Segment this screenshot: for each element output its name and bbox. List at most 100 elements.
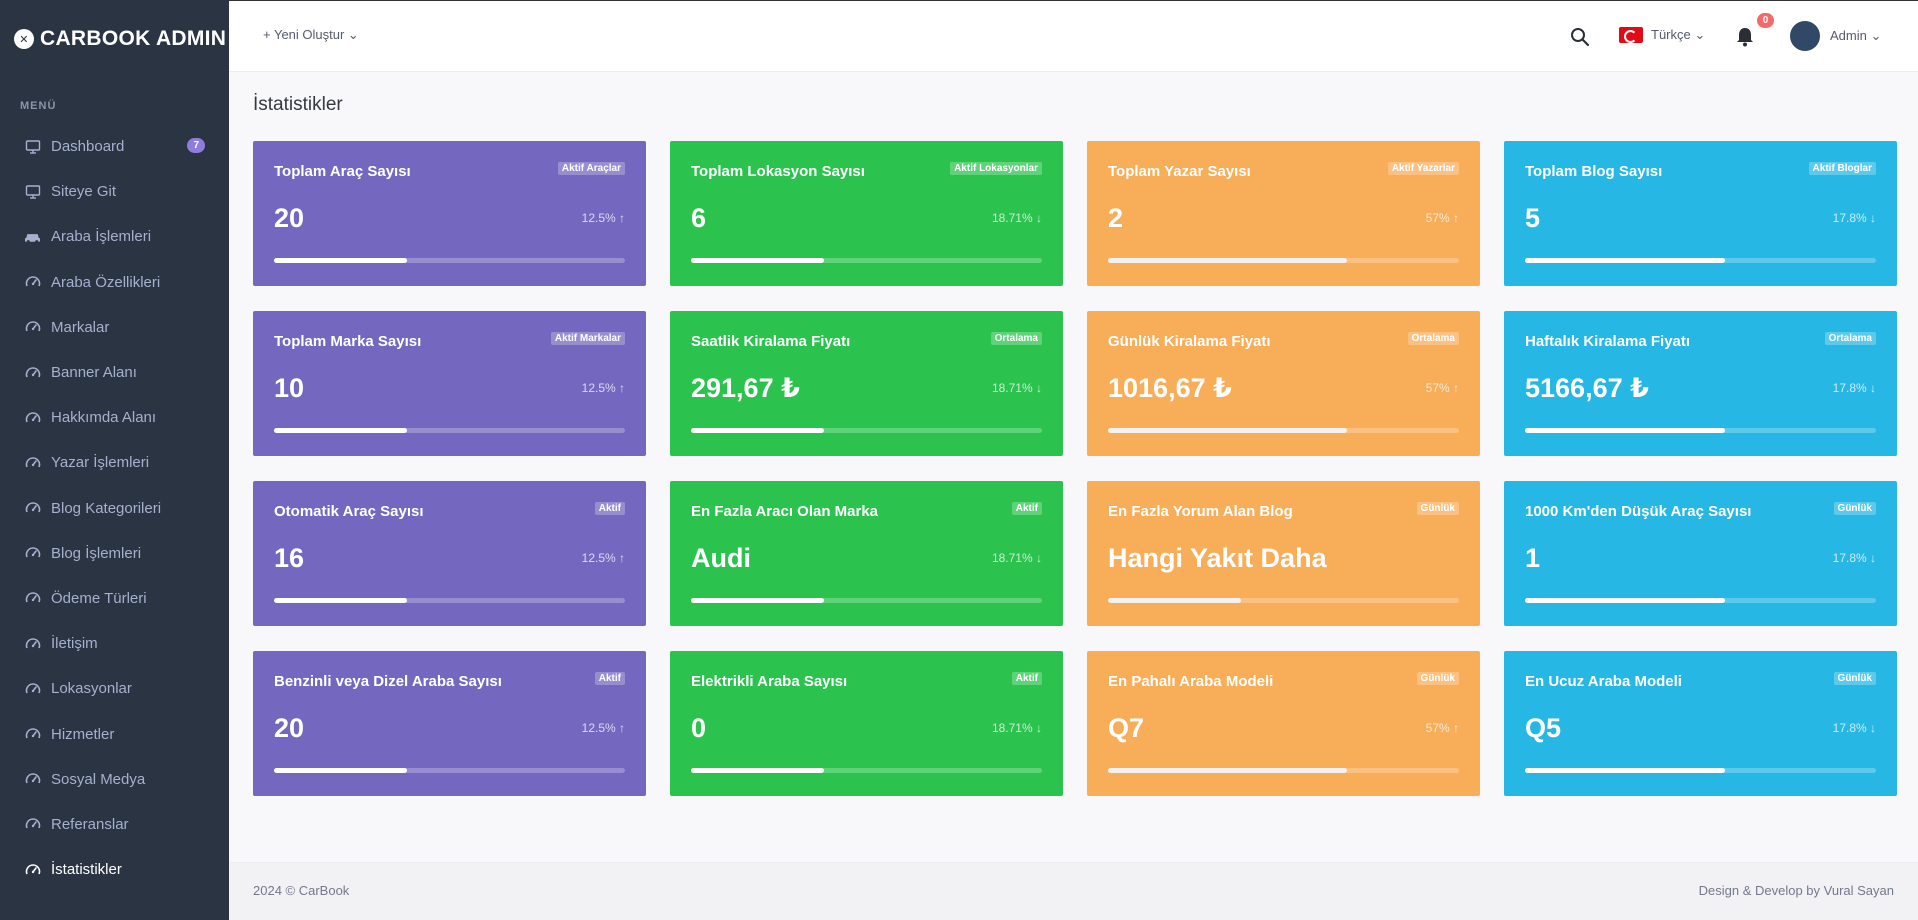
stat-card-title: Saatlik Kiralama Fiyatı (691, 333, 851, 350)
stat-card-title: 1000 Km'den Düşük Araç Sayısı (1525, 503, 1752, 520)
stat-card-progress (274, 598, 625, 603)
stat-card-percentage: 17.8% ↓ (1832, 381, 1876, 395)
sidebar-item[interactable]: Referanslar (0, 802, 229, 847)
language-label: Türkçe ⌄ (1651, 27, 1706, 42)
stat-card: Günlük Kiralama Fiyatı Ortalama 1016,67 ₺ 5… (1087, 311, 1480, 456)
stat-card-badge: Aktif (1011, 672, 1042, 685)
stat-card-title: Elektrikli Araba Sayısı (691, 673, 848, 690)
sidebar-item-label: Yazar İşlemleri (51, 454, 150, 472)
stat-card-badge: Aktif Markalar (550, 332, 625, 345)
sidebar-item[interactable]: Araba İşlemleri (0, 214, 229, 259)
sidebar-item[interactable]: Blog Kategorileri (0, 486, 229, 531)
stat-card-title: Toplam Lokasyon Sayısı (691, 163, 865, 180)
turkey-flag-icon (1619, 27, 1643, 43)
sidebar-item-label: İletişim (51, 635, 98, 653)
stat-card-value: 0 (691, 713, 707, 743)
stat-card-title: Haftalık Kiralama Fiyatı (1525, 333, 1691, 350)
sidebar-item[interactable]: Markalar (0, 305, 229, 350)
stat-card: Elektrikli Araba Sayısı Aktif 0 18.71% ↓ (670, 651, 1063, 796)
stat-card-badge: Aktif (594, 672, 625, 685)
stat-card-progress (1108, 598, 1459, 603)
stat-card-progress (274, 258, 625, 263)
stat-card-progress (1525, 768, 1876, 773)
sidebar-item[interactable]: Yazar İşlemleri (0, 440, 229, 485)
sidebar-item[interactable]: Hakkımda Alanı (0, 395, 229, 440)
sidebar-item[interactable]: Sosyal Medya (0, 757, 229, 802)
stat-card-progress (1525, 428, 1876, 433)
stat-card-value: 5 (1525, 203, 1541, 233)
speedometer-icon (24, 726, 41, 743)
sidebar-item-label: Dashboard (51, 138, 125, 156)
sidebar-item-label: Referanslar (51, 815, 129, 833)
speedometer-icon (24, 680, 41, 697)
stat-card-badge: Aktif Yazarlar (1387, 162, 1459, 175)
car-icon (24, 228, 41, 245)
language-dropdown[interactable]: Türkçe ⌄ (1619, 27, 1705, 43)
sidebar-item-label: İstatistikler (51, 861, 122, 879)
stat-card: Otomatik Araç Sayısı Aktif 16 12.5% ↑ (253, 481, 646, 626)
sidebar-item[interactable]: Araba Özellikleri (0, 260, 229, 305)
stat-card-value: 20 (274, 203, 305, 233)
sidebar-item-label: Araba Özellikleri (51, 273, 161, 291)
stat-card: Toplam Blog Sayısı Aktif Bloglar 5 17.8% ↓ (1504, 141, 1897, 286)
stat-card-percentage: 18.71% ↓ (991, 381, 1042, 395)
stat-card-title: Toplam Marka Sayısı (274, 333, 422, 350)
stat-card-progress-fill (1525, 258, 1726, 263)
stat-card-progress-fill (1108, 428, 1347, 433)
stat-card-progress-fill (1108, 598, 1242, 603)
stat-card-progress-fill (274, 258, 408, 263)
user-menu[interactable]: Admin ⌄ (1790, 21, 1881, 51)
speedometer-icon (24, 635, 41, 652)
stat-card-progress (1525, 258, 1876, 263)
stat-card-progress-fill (1525, 598, 1726, 603)
stat-card-value: 10 (274, 373, 305, 403)
stat-card: Toplam Araç Sayısı Aktif Araçlar 20 12.5% ↑ (253, 141, 646, 286)
stat-card-badge: Günlük (1416, 502, 1459, 515)
stat-card-progress-fill (1525, 768, 1726, 773)
stat-card: Toplam Yazar Sayısı Aktif Yazarlar 2 57% ↑ (1087, 141, 1480, 286)
stat-card-progress-fill (274, 768, 408, 773)
stat-card-percentage: 18.71% ↓ (991, 551, 1042, 565)
stat-card: Benzinli veya Dizel Araba Sayısı Aktif 20 1… (253, 651, 646, 796)
stat-card-value: 1016,67 ₺ (1108, 373, 1232, 403)
stat-card-badge: Ortalama (990, 332, 1042, 345)
stat-card-progress-fill (274, 598, 408, 603)
sidebar-item[interactable]: Lokasyonlar (0, 666, 229, 711)
sidebar-item-label: Lokasyonlar (51, 680, 132, 698)
stat-card: Saatlik Kiralama Fiyatı Ortalama 291,67 ₺ 1… (670, 311, 1063, 456)
stat-card-value: Q7 (1108, 713, 1145, 743)
stat-card-title: En Pahalı Araba Modeli (1108, 673, 1274, 690)
stat-card-badge: Aktif (594, 502, 625, 515)
brand[interactable]: ✕ CARBOOK ADMIN (0, 0, 229, 78)
sidebar-item[interactable]: Siteye Git (0, 169, 229, 214)
search-icon[interactable] (1569, 26, 1591, 48)
stat-card-title: En Fazla Aracı Olan Marka (691, 503, 879, 520)
sidebar-item[interactable]: Blog İşlemleri (0, 531, 229, 576)
sidebar-item[interactable]: Dashboard 7 (0, 124, 229, 169)
stat-card-progress-fill (274, 428, 408, 433)
sidebar-item[interactable]: İstatistikler (0, 847, 229, 892)
stat-card-percentage: 17.8% ↓ (1832, 721, 1876, 735)
stat-card-value: Q5 (1525, 713, 1562, 743)
speedometer-icon (24, 500, 41, 517)
sidebar-item-label: Hizmetler (51, 725, 115, 743)
stat-card-progress (691, 768, 1042, 773)
sidebar: ✕ CARBOOK ADMIN MENÜ Dashboard 7 Siteye Gi… (0, 0, 229, 920)
sidebar-item[interactable]: Banner Alanı (0, 350, 229, 395)
stat-card-percentage: 57% ↑ (1425, 381, 1459, 395)
stat-card-percentage: 57% ↑ (1425, 721, 1459, 735)
sidebar-item[interactable]: Ödeme Türleri (0, 576, 229, 621)
sidebar-item[interactable]: Hizmetler (0, 711, 229, 756)
sidebar-item[interactable]: İletişim (0, 621, 229, 666)
speedometer-icon (24, 364, 41, 381)
stat-card-progress (274, 768, 625, 773)
stat-card-title: Otomatik Araç Sayısı (274, 503, 424, 520)
create-new-dropdown[interactable]: + Yeni Oluştur ⌄ (263, 27, 359, 43)
speedometer-icon (24, 319, 41, 336)
stat-card-value: 1 (1525, 543, 1541, 573)
bell-icon[interactable] (1734, 26, 1756, 48)
stat-card-progress (1108, 768, 1459, 773)
x-logo-icon: ✕ (14, 29, 34, 49)
speedometer-icon (24, 545, 41, 562)
speedometer-icon (24, 454, 41, 471)
